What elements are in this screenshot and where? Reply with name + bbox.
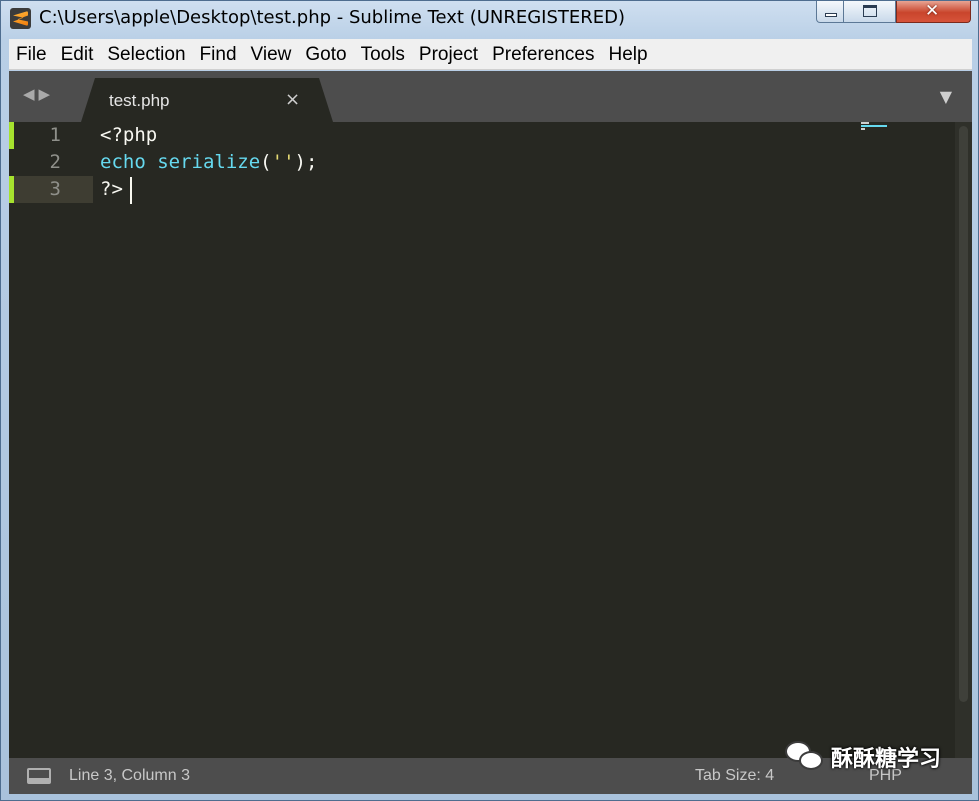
code-token: ?> — [100, 178, 123, 200]
tab-dropdown-icon[interactable]: ▼ — [940, 87, 952, 106]
scrollbar-thumb[interactable] — [959, 126, 968, 702]
close-button[interactable]: ✕ — [896, 1, 971, 23]
code-token: ( — [260, 151, 272, 173]
tab-test-php[interactable]: test.php × — [81, 78, 333, 122]
menu-selection[interactable]: Selection — [100, 39, 192, 70]
minimap-line — [861, 125, 887, 127]
minimize-icon — [825, 13, 837, 17]
modified-line-marker — [9, 176, 14, 203]
tab-nav-arrows-icon[interactable]: ◀▶ — [23, 85, 54, 103]
code-token: '' — [271, 151, 295, 173]
menu-preferences[interactable]: Preferences — [485, 39, 601, 70]
text-cursor — [130, 177, 132, 204]
menu-project[interactable]: Project — [412, 39, 485, 70]
code-token: <?php — [100, 124, 158, 146]
window-title: C:\Users\apple\Desktop\test.php - Sublim… — [39, 7, 626, 28]
minimize-button[interactable] — [816, 1, 844, 23]
menu-edit[interactable]: Edit — [54, 39, 101, 70]
wechat-icon — [783, 739, 825, 775]
title-bar[interactable]: C:\Users\apple\Desktop\test.php - Sublim… — [1, 1, 978, 37]
line-number: 3 — [9, 176, 93, 203]
menu-goto[interactable]: Goto — [298, 39, 353, 70]
code-editor[interactable]: 123 <?php echo serialize(''); ?> — [9, 122, 972, 758]
tab-label: test.php — [109, 91, 170, 110]
vertical-scrollbar[interactable] — [955, 122, 972, 758]
tab-bar: ◀▶ test.php × ▼ — [9, 71, 972, 122]
maximize-icon — [863, 5, 877, 17]
menu-help[interactable]: Help — [602, 39, 655, 70]
cursor-position: Line 3, Column 3 — [69, 767, 190, 784]
watermark-text: 酥酥糖学习 — [831, 747, 942, 772]
line-number: 2 — [49, 151, 61, 173]
menu-bar: File Edit Selection Find View Goto Tools… — [9, 39, 972, 70]
panel-icon[interactable] — [27, 768, 51, 784]
tab-size[interactable]: Tab Size: 4 — [695, 767, 774, 785]
sublime-text-icon[interactable] — [10, 8, 31, 29]
menu-file[interactable]: File — [9, 39, 54, 70]
minimap-line — [861, 122, 869, 124]
modified-line-marker — [9, 122, 14, 149]
minimap[interactable] — [861, 122, 921, 142]
line-gutter: 1 2 3 — [9, 122, 101, 758]
watermark: 酥酥糖学习 — [783, 737, 941, 777]
code-line[interactable]: echo serialize(''); — [100, 149, 317, 176]
code-line[interactable]: ?> — [100, 176, 123, 203]
menu-view[interactable]: View — [244, 39, 299, 70]
app-window: C:\Users\apple\Desktop\test.php - Sublim… — [0, 0, 979, 801]
close-icon: ✕ — [925, 1, 940, 21]
code-token: ); — [294, 151, 318, 173]
code-line[interactable]: <?php — [100, 122, 157, 149]
line-number: 1 — [49, 124, 61, 146]
maximize-button[interactable] — [844, 1, 896, 23]
code-token: echo — [100, 151, 146, 173]
menu-tools[interactable]: Tools — [354, 39, 412, 70]
minimap-line — [861, 128, 865, 130]
tab-close-icon[interactable]: × — [285, 89, 300, 110]
code-token: serialize — [157, 151, 261, 173]
menu-find[interactable]: Find — [193, 39, 244, 70]
